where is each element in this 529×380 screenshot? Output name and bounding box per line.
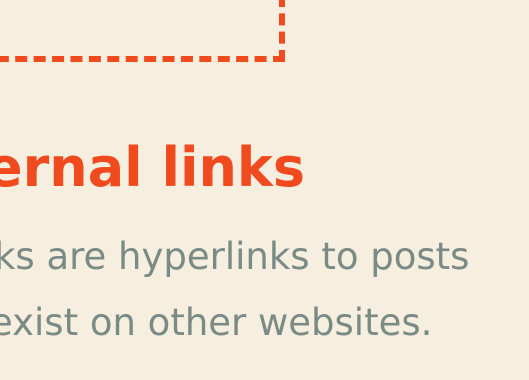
section-heading: ernal links: [0, 136, 305, 199]
dashed-border-box: [0, 0, 285, 62]
page: ernal links ks are hyperlinks to posts e…: [0, 0, 529, 380]
body-text-line: exist on other websites.: [0, 301, 433, 344]
body-text-line: ks are hyperlinks to posts: [0, 235, 470, 278]
